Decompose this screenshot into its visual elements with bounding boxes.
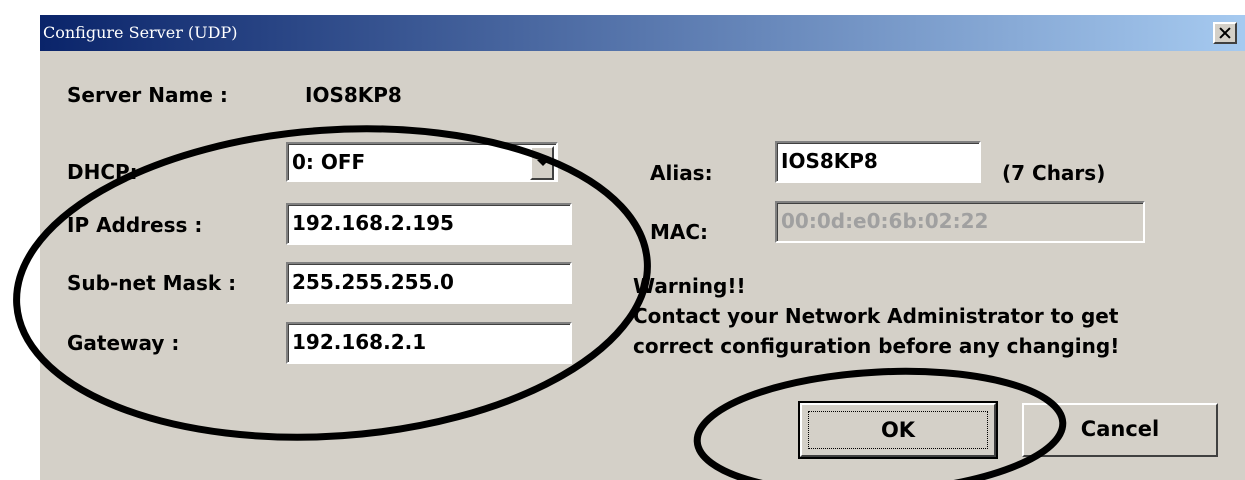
alias-input[interactable]: IOS8KP8: [775, 141, 981, 183]
gateway-label: Gateway :: [67, 331, 180, 355]
title-bar: Configure Server (UDP): [40, 15, 1245, 51]
window-title: Configure Server (UDP): [43, 23, 238, 42]
warning-title: Warning!!: [633, 274, 746, 298]
warning-line-2: correct configuration before any changin…: [633, 334, 1120, 358]
subnet-mask-input[interactable]: 255.255.255.0: [286, 262, 572, 304]
dhcp-select[interactable]: 0: OFF: [286, 142, 558, 182]
server-name-value: IOS8KP8: [305, 83, 402, 107]
warning-text: Warning!! Contact your Network Administr…: [633, 271, 1119, 361]
ip-address-label: IP Address :: [67, 213, 203, 237]
close-icon[interactable]: [1213, 22, 1237, 44]
mac-field: 00:0d:e0:6b:02:22: [775, 201, 1145, 243]
dhcp-label: DHCP:: [67, 160, 138, 184]
ip-address-input[interactable]: 192.168.2.195: [286, 203, 572, 245]
alias-label: Alias:: [650, 161, 713, 185]
ok-button[interactable]: OK: [798, 401, 998, 459]
server-name-label: Server Name :: [67, 83, 228, 107]
warning-line-1: Contact your Network Administrator to ge…: [633, 304, 1119, 328]
dhcp-selected-value: 0: OFF: [292, 150, 366, 174]
subnet-mask-label: Sub-net Mask :: [67, 271, 237, 295]
gateway-input[interactable]: 192.168.2.1: [286, 322, 572, 364]
ok-button-label: OK: [808, 411, 988, 449]
cancel-button[interactable]: Cancel: [1022, 403, 1218, 457]
alias-hint: (7 Chars): [1002, 161, 1106, 185]
configure-server-dialog: Configure Server (UDP) Server Name : IOS…: [38, 13, 1245, 480]
mac-label: MAC:: [650, 220, 709, 244]
chevron-down-icon[interactable]: [530, 146, 554, 180]
